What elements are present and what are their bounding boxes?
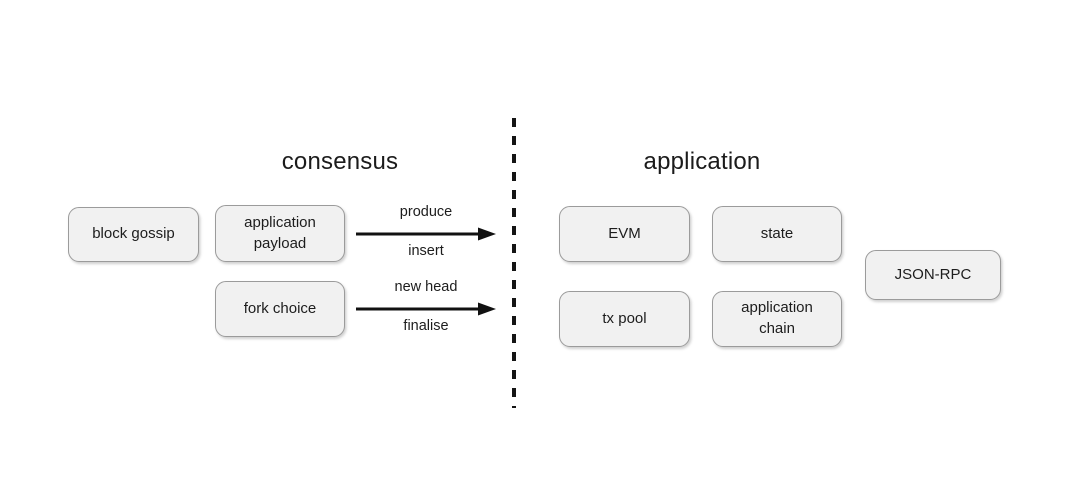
- node-application-chain[interactable]: application chain: [712, 291, 842, 347]
- arrow-produce-insert: [356, 227, 496, 241]
- node-application-payload-label-line1: application: [244, 213, 316, 231]
- node-state[interactable]: state: [712, 206, 842, 262]
- node-application-chain-label-line1: application: [741, 299, 813, 317]
- edge-label-insert: insert: [408, 243, 444, 259]
- edge-label-new-head: new head: [394, 279, 458, 295]
- node-application-payload[interactable]: application payload: [215, 205, 345, 262]
- node-tx-pool-label: tx pool: [602, 309, 647, 327]
- edge-label-finalise: finalise: [403, 318, 449, 334]
- edge-label-produce: produce: [399, 204, 453, 220]
- node-fork-choice-label: fork choice: [243, 299, 317, 317]
- node-block-gossip-label: block gossip: [92, 225, 175, 243]
- diagram-canvas: consensus application block gossip appli…: [0, 0, 1067, 502]
- node-fork-choice[interactable]: fork choice: [215, 281, 345, 337]
- arrow-new-head-finalise: [356, 302, 496, 316]
- node-block-gossip[interactable]: block gossip: [68, 207, 199, 262]
- node-application-payload-label: application payload: [244, 213, 316, 254]
- section-title-application: application: [643, 148, 761, 175]
- node-evm-label: EVM: [608, 224, 641, 242]
- node-application-chain-label-line2: chain: [759, 320, 795, 337]
- node-application-chain-label: application chain: [741, 298, 813, 339]
- node-application-payload-label-line2: payload: [253, 234, 307, 252]
- node-json-rpc[interactable]: JSON-RPC: [865, 250, 1001, 300]
- node-evm[interactable]: EVM: [559, 206, 690, 262]
- vertical-dashed-divider: [512, 118, 516, 408]
- node-tx-pool[interactable]: tx pool: [559, 291, 690, 347]
- section-title-consensus: consensus: [281, 148, 399, 175]
- node-json-rpc-label: JSON-RPC: [894, 265, 972, 283]
- node-state-label: state: [760, 224, 794, 242]
